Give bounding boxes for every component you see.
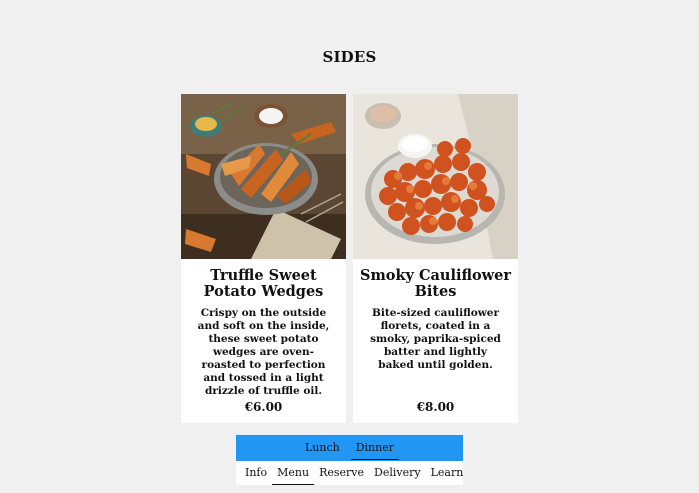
- item-name: Truffle Sweet Potato Wedges: [203, 267, 324, 300]
- item-name: Smoky Cauliflower Bites: [359, 267, 512, 300]
- cauliflower-bites-image: [353, 94, 518, 259]
- item-description: Crispy on the outside and soft on the in…: [197, 307, 330, 397]
- nav-item-delivery[interactable]: Delivery: [369, 461, 426, 485]
- item-description: Bite-sized cauliflower florets, coated i…: [370, 307, 501, 371]
- menu-item-card[interactable]: Truffle Sweet Potato Wedges Crispy on th…: [181, 94, 346, 423]
- tab-dinner[interactable]: Dinner: [350, 436, 399, 460]
- bottom-nav: Info Menu Reserve Delivery Learn: [236, 461, 463, 485]
- nav-item-menu[interactable]: Menu: [272, 461, 315, 485]
- nav-item-info[interactable]: Info: [240, 461, 272, 485]
- item-price: €6.00: [244, 400, 283, 414]
- item-price: €8.00: [416, 400, 455, 414]
- meal-period-tabs: Lunch Dinner: [236, 435, 463, 461]
- menu-item-card[interactable]: Smoky Cauliflower Bites Bite-sized cauli…: [353, 94, 518, 423]
- nav-item-learn[interactable]: Learn: [426, 461, 469, 485]
- section-title: SIDES: [322, 48, 377, 66]
- sweet-potato-wedges-image: [181, 94, 346, 259]
- tab-lunch[interactable]: Lunch: [300, 436, 345, 460]
- nav-item-reserve[interactable]: Reserve: [314, 461, 369, 485]
